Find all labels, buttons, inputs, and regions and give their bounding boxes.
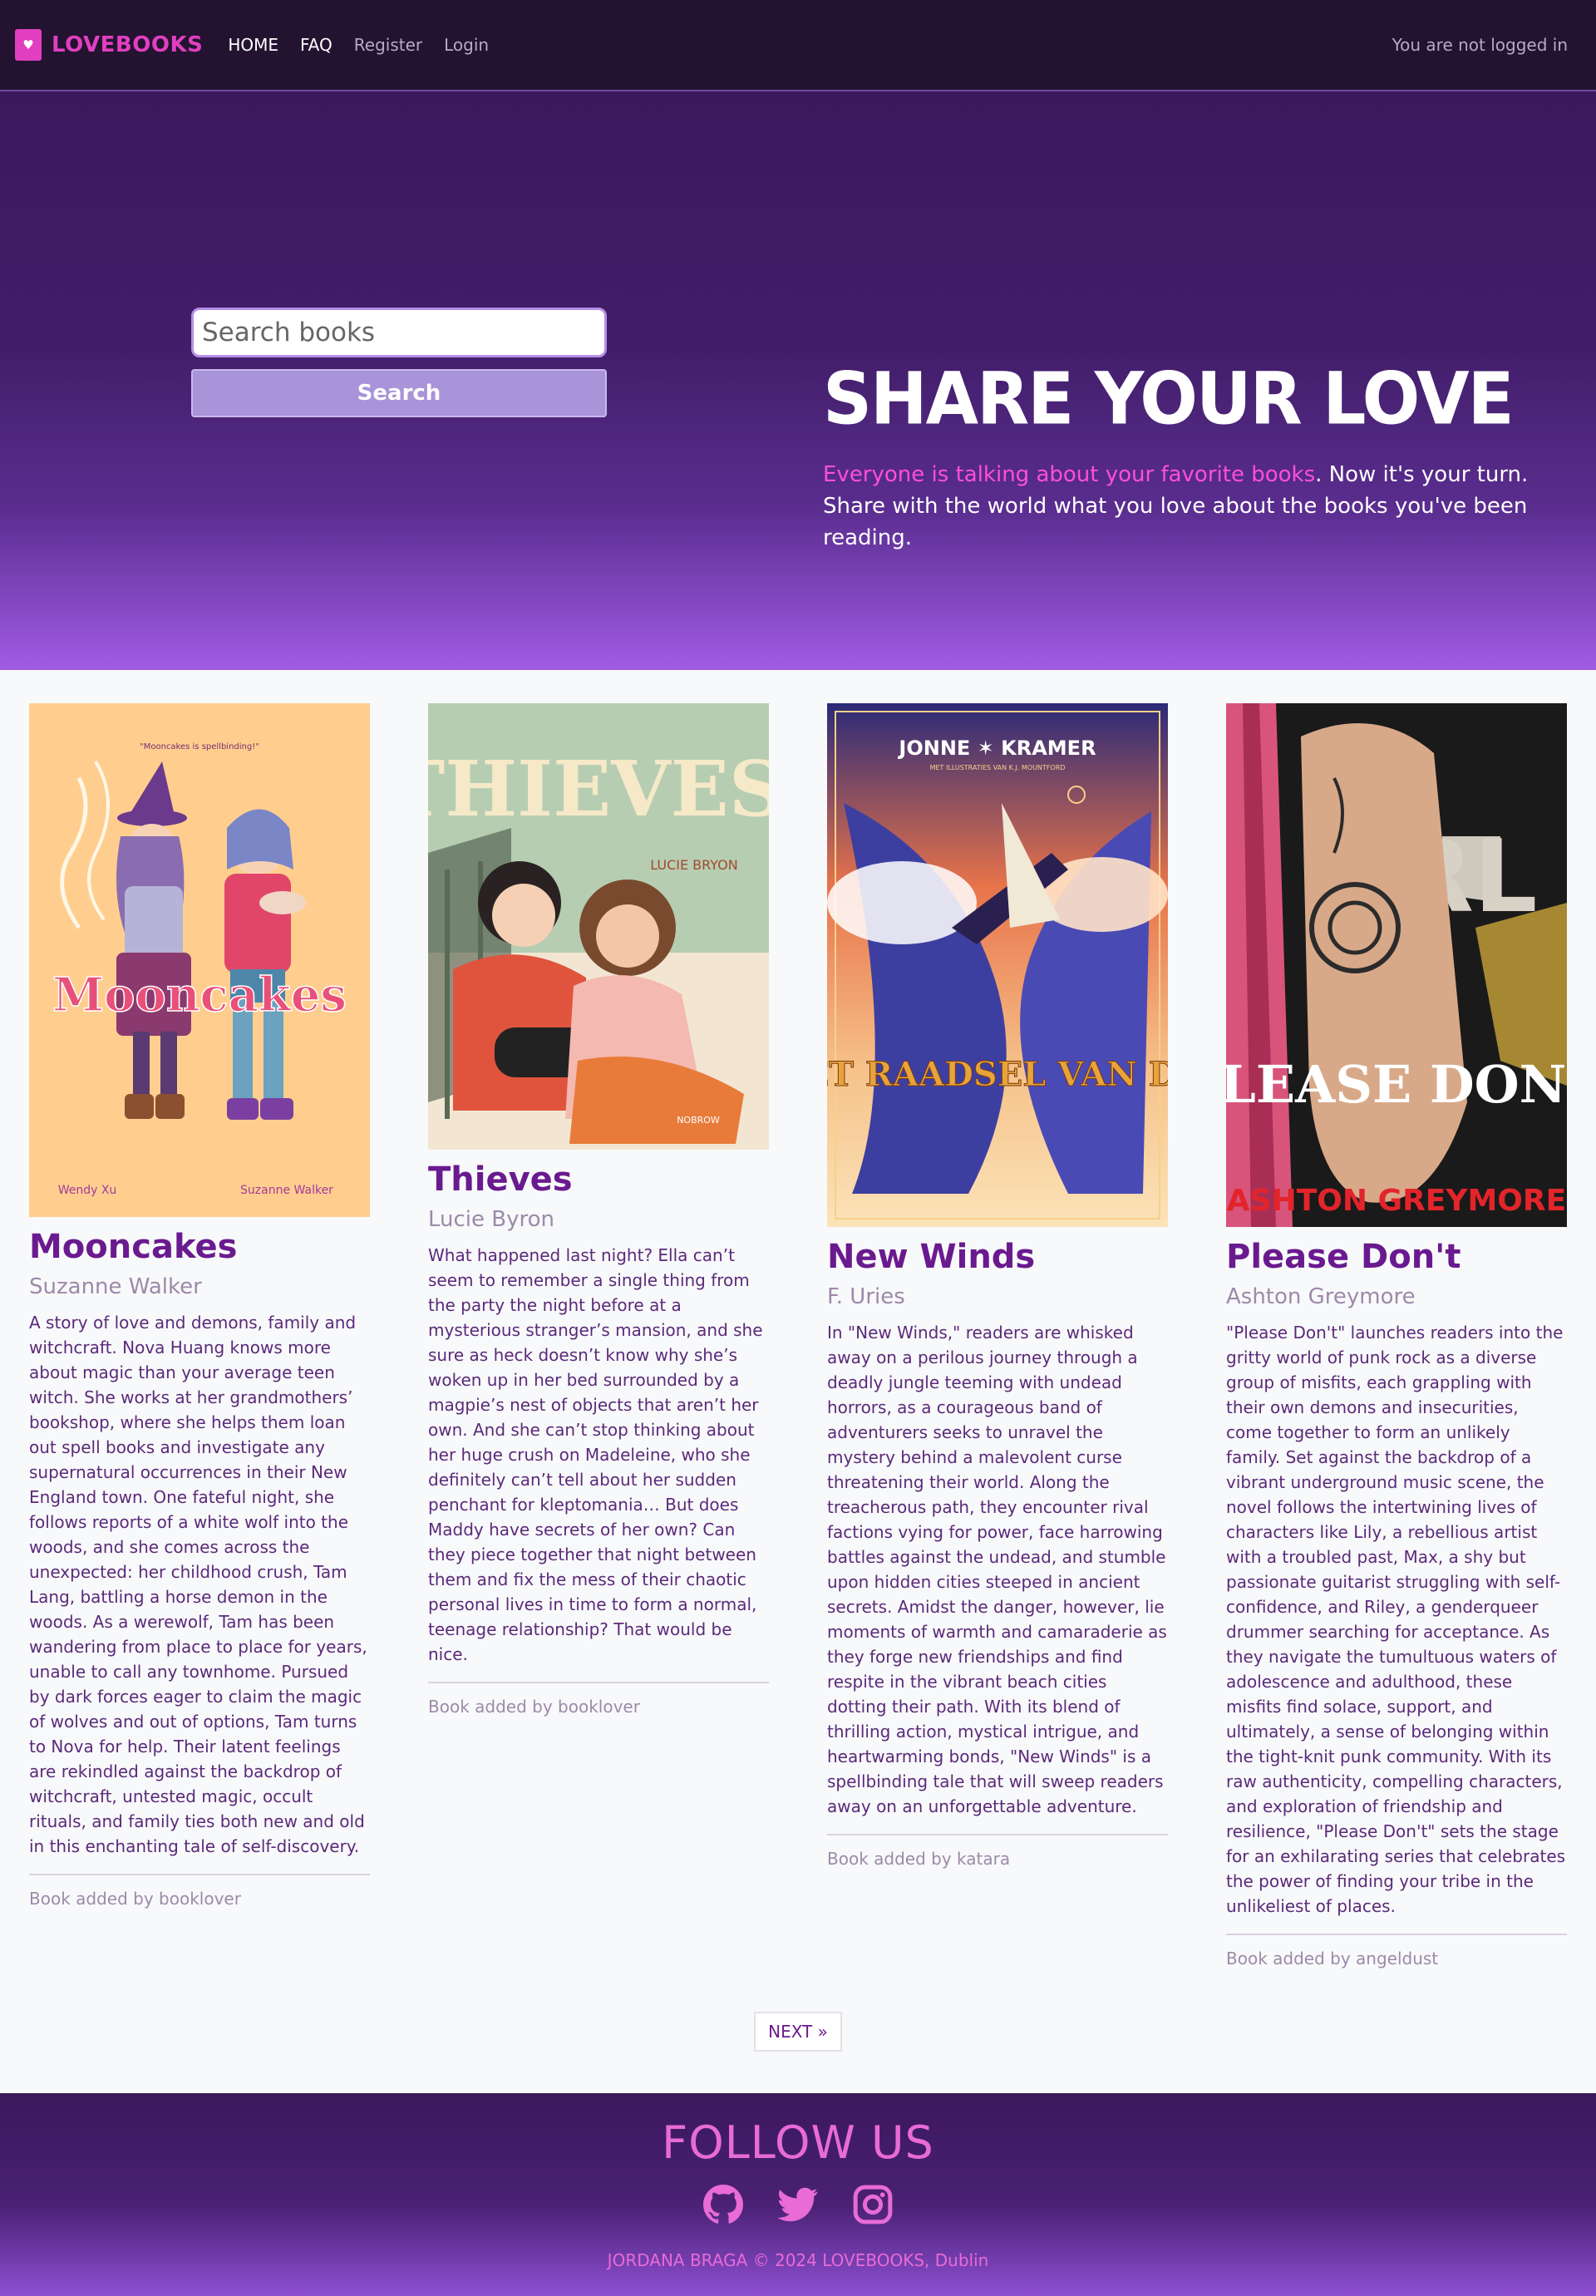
copyright: JORDANA BRAGA © 2024 LOVEBOOKS, Dublin [607,2250,989,2270]
book-author: F. Uries [827,1284,905,1309]
divider [1226,1934,1567,1935]
instagram-icon[interactable] [852,2184,894,2225]
cover-title: THIEVES [428,744,769,834]
book-title[interactable]: Thieves [428,1160,769,1200]
cover-tagline: "Mooncakes is spellbinding!" [140,742,259,751]
book-card[interactable]: RL PLEASE DON'T ASHTON GREYMORE Please D… [1226,703,1567,1968]
hero-text: SHARE YOUR LOVE Everyone is talking abou… [823,357,1530,554]
book-cover[interactable]: RL PLEASE DON'T ASHTON GREYMORE [1226,703,1567,1227]
footer: FOLLOW US JORDANA BRAGA © 2024 LOVEBOOKS… [0,2093,1596,2296]
nav-login[interactable]: Login [444,35,489,55]
search-button[interactable]: Search [191,369,607,417]
divider [827,1834,1168,1835]
book-description: A story of love and demons, family and w… [29,1313,367,1856]
book-title[interactable]: Please Don't [1226,1237,1567,1277]
book-cover[interactable]: "Mooncakes is spellbinding!" Mooncakes W… [29,703,370,1217]
book-description: What happened last night? Ella can’t see… [428,1245,763,1664]
book-description: "Please Don't" launches readers into the… [1226,1323,1566,1916]
divider [29,1874,370,1875]
twitter-icon[interactable] [777,2184,819,2225]
book-title[interactable]: Mooncakes [29,1227,370,1267]
heart-book-icon: ♥ [15,29,42,61]
nav-register[interactable]: Register [354,35,422,55]
hero-section: Search SHARE YOUR LOVE Everyone is talki… [0,91,1596,670]
cover-illustrator: MET ILLUSTRATIES VAN K.J. MOUNTFORD [930,764,1066,771]
book-title[interactable]: New Winds [827,1237,1168,1277]
cover-author: LUCIE BRYON [650,857,737,873]
mooncakes-cover-art: "Mooncakes is spellbinding!" Mooncakes W… [29,703,370,1217]
cover-author: ASHTON GREYMORE [1227,1184,1566,1218]
book-added-by: Book added by booklover [29,1889,241,1909]
github-icon[interactable] [702,2184,744,2225]
cover-author: JONNE ✶ KRAMER [897,737,1096,760]
cover-author: Suzanne Walker [240,1184,333,1197]
book-author: Suzanne Walker [29,1274,202,1299]
search-form: Search [191,308,607,417]
book-added-by: Book added by booklover [428,1697,640,1717]
book-description: In "New Winds," readers are whisked away… [827,1323,1167,1816]
book-added-by: Book added by angeldust [1226,1949,1439,1968]
cover-title-line: HET RAADSEL VAN DE ZEE [827,1055,1168,1094]
cover-title: Mooncakes [52,968,347,1022]
cover-illustrator: Wendy Xu [58,1184,117,1197]
divider [428,1682,769,1683]
book-grid: "Mooncakes is spellbinding!" Mooncakes W… [0,670,1596,2093]
search-input[interactable] [191,308,607,357]
cover-title: PLEASE DON'T [1226,1054,1567,1115]
hero-highlight: Everyone is talking about your favorite … [823,462,1316,487]
login-status: You are not logged in [1392,35,1568,55]
nav-faq[interactable]: FAQ [300,35,332,55]
brand-link[interactable]: ♥ LOVEBOOKS [15,29,203,61]
book-cover[interactable]: JONNE ✶ KRAMER MET ILLUSTRATIES VAN K.J.… [827,703,1168,1227]
book-author: Lucie Byron [428,1207,555,1232]
book-card[interactable]: "Mooncakes is spellbinding!" Mooncakes W… [29,703,370,1909]
main-nav: HOME FAQ Register Login [228,35,489,55]
navbar: ♥ LOVEBOOKS HOME FAQ Register Login You … [0,0,1596,91]
social-links [0,2184,1596,2225]
book-added-by: Book added by katara [827,1849,1011,1869]
please-dont-cover-art: RL PLEASE DON'T ASHTON GREYMORE [1226,703,1567,1227]
follow-heading: FOLLOW US [662,2116,934,2169]
thieves-cover-art: THIEVES LUCIE BRYON NOBROW [428,703,769,1150]
nav-home[interactable]: HOME [228,35,278,55]
hero-subtitle: Everyone is talking about your favorite … [823,459,1530,554]
new-winds-cover-art: JONNE ✶ KRAMER MET ILLUSTRATIES VAN K.J.… [827,703,1168,1227]
next-page-button[interactable]: NEXT » [754,2012,842,2052]
book-card[interactable]: JONNE ✶ KRAMER MET ILLUSTRATIES VAN K.J.… [827,703,1168,1869]
brand-name: LOVEBOOKS [52,32,204,57]
book-card[interactable]: THIEVES LUCIE BRYON NOBROW Thieves Lucie… [428,703,769,1717]
book-cover[interactable]: THIEVES LUCIE BRYON NOBROW [428,703,769,1150]
book-author: Ashton Greymore [1226,1284,1416,1309]
hero-title: SHARE YOUR LOVE [823,357,1515,441]
cover-publisher: NOBROW [677,1115,720,1126]
